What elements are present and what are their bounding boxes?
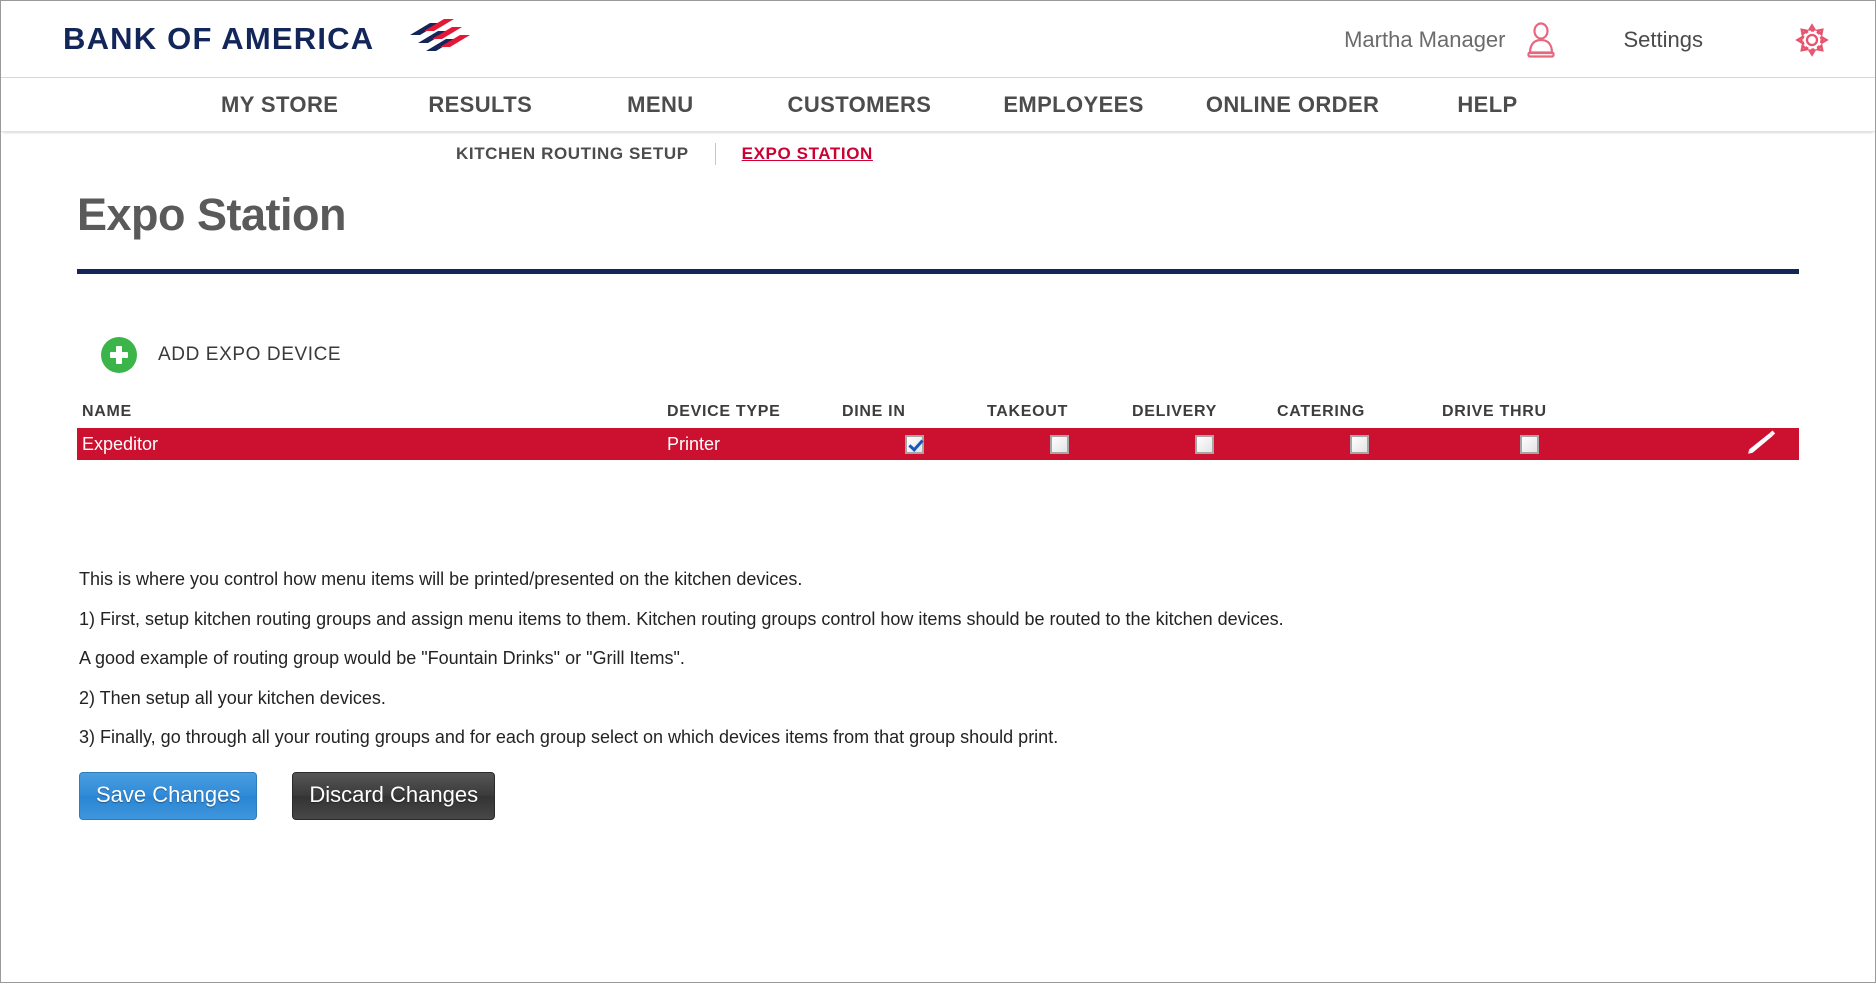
top-header-bar: BANK OF AMERICA Martha Manager Settings	[1, 1, 1875, 78]
cell-drive-thru	[1442, 434, 1617, 455]
checkbox-dine-in[interactable]	[905, 435, 924, 455]
brand-wordmark: BANK OF AMERICA	[63, 21, 375, 56]
pencil-icon[interactable]	[1743, 429, 1777, 455]
cell-device-type: Printer	[667, 433, 721, 454]
cell-delivery	[1132, 434, 1277, 455]
help-text-block: This is where you control how menu items…	[79, 568, 1875, 749]
discard-changes-button[interactable]: Discard Changes	[292, 771, 496, 820]
column-header-catering: CATERING	[1277, 402, 1365, 420]
column-header-name: NAME	[82, 402, 132, 420]
cell-device-name: Expeditor	[82, 433, 159, 454]
user-settings-area: Martha Manager Settings	[1344, 1, 1875, 78]
plus-circle-icon	[101, 337, 137, 373]
main-navigation: MY STORE RESULTS MENU CUSTOMERS EMPLOYEE…	[1, 78, 1875, 132]
gear-icon[interactable]	[1795, 22, 1829, 57]
bank-of-america-logo[interactable]: BANK OF AMERICA	[63, 19, 471, 59]
help-line-4: 2) Then setup all your kitchen devices.	[79, 687, 386, 708]
table-header-row: NAME DEVICE TYPE DINE IN TAKEOUT DELIVER…	[77, 395, 1799, 428]
column-header-device-type: DEVICE TYPE	[667, 402, 781, 420]
form-action-bar: Save Changes Discard Changes	[79, 771, 1875, 820]
column-header-delivery: DELIVERY	[1132, 402, 1218, 420]
add-expo-device-button[interactable]: ADD EXPO DEVICE	[101, 337, 341, 373]
person-icon[interactable]	[1524, 21, 1558, 58]
app-window: BANK OF AMERICA Martha Manager Settings …	[0, 0, 1876, 983]
add-expo-device-label: ADD EXPO DEVICE	[158, 344, 342, 365]
help-line-3: A good example of routing group would be…	[79, 648, 685, 668]
breadcrumb: KITCHEN ROUTING SETUP EXPO STATION	[1, 132, 1875, 175]
checkbox-catering[interactable]	[1350, 435, 1369, 455]
cell-catering	[1277, 434, 1442, 455]
page-content: Expo Station ADD EXPO DEVICE NAME DEVICE…	[1, 189, 1875, 820]
checkbox-drive-thru[interactable]	[1520, 435, 1539, 455]
checkbox-takeout[interactable]	[1050, 435, 1069, 455]
column-header-drive-thru: DRIVE THRU	[1442, 402, 1547, 420]
column-header-takeout: TAKEOUT	[987, 402, 1069, 420]
nav-item-online-order[interactable]: ONLINE ORDER	[1206, 92, 1379, 118]
expo-device-table: NAME DEVICE TYPE DINE IN TAKEOUT DELIVER…	[77, 395, 1799, 460]
nav-item-employees[interactable]: EMPLOYEES	[1003, 92, 1144, 118]
nav-item-menu[interactable]: MENU	[627, 92, 693, 118]
title-divider	[77, 269, 1799, 274]
cell-takeout	[987, 434, 1132, 455]
nav-item-help[interactable]: HELP	[1457, 92, 1517, 118]
table-row[interactable]: Expeditor Printer	[77, 428, 1799, 460]
save-changes-button[interactable]: Save Changes	[79, 771, 258, 820]
breadcrumb-current[interactable]: EXPO STATION	[742, 144, 873, 164]
column-header-dine-in: DINE IN	[842, 402, 906, 420]
help-line-1: This is where you control how menu items…	[79, 569, 803, 589]
page-title: Expo Station	[77, 189, 347, 240]
nav-item-my-store[interactable]: MY STORE	[221, 92, 338, 118]
help-line-5: 3) Finally, go through all your routing …	[79, 727, 1059, 747]
help-line-2: 1) First, setup kitchen routing groups a…	[79, 608, 1284, 629]
breadcrumb-parent[interactable]: KITCHEN ROUTING SETUP	[456, 144, 689, 164]
user-name-label: Martha Manager	[1344, 26, 1506, 52]
cell-edit	[1617, 429, 1799, 460]
cell-dine-in	[842, 434, 987, 455]
breadcrumb-separator	[714, 142, 716, 165]
nav-item-customers[interactable]: CUSTOMERS	[788, 92, 932, 118]
bank-of-america-flag-icon	[388, 19, 471, 59]
checkbox-delivery[interactable]	[1195, 435, 1214, 455]
nav-item-results[interactable]: RESULTS	[428, 92, 532, 118]
settings-label[interactable]: Settings	[1624, 27, 1704, 53]
